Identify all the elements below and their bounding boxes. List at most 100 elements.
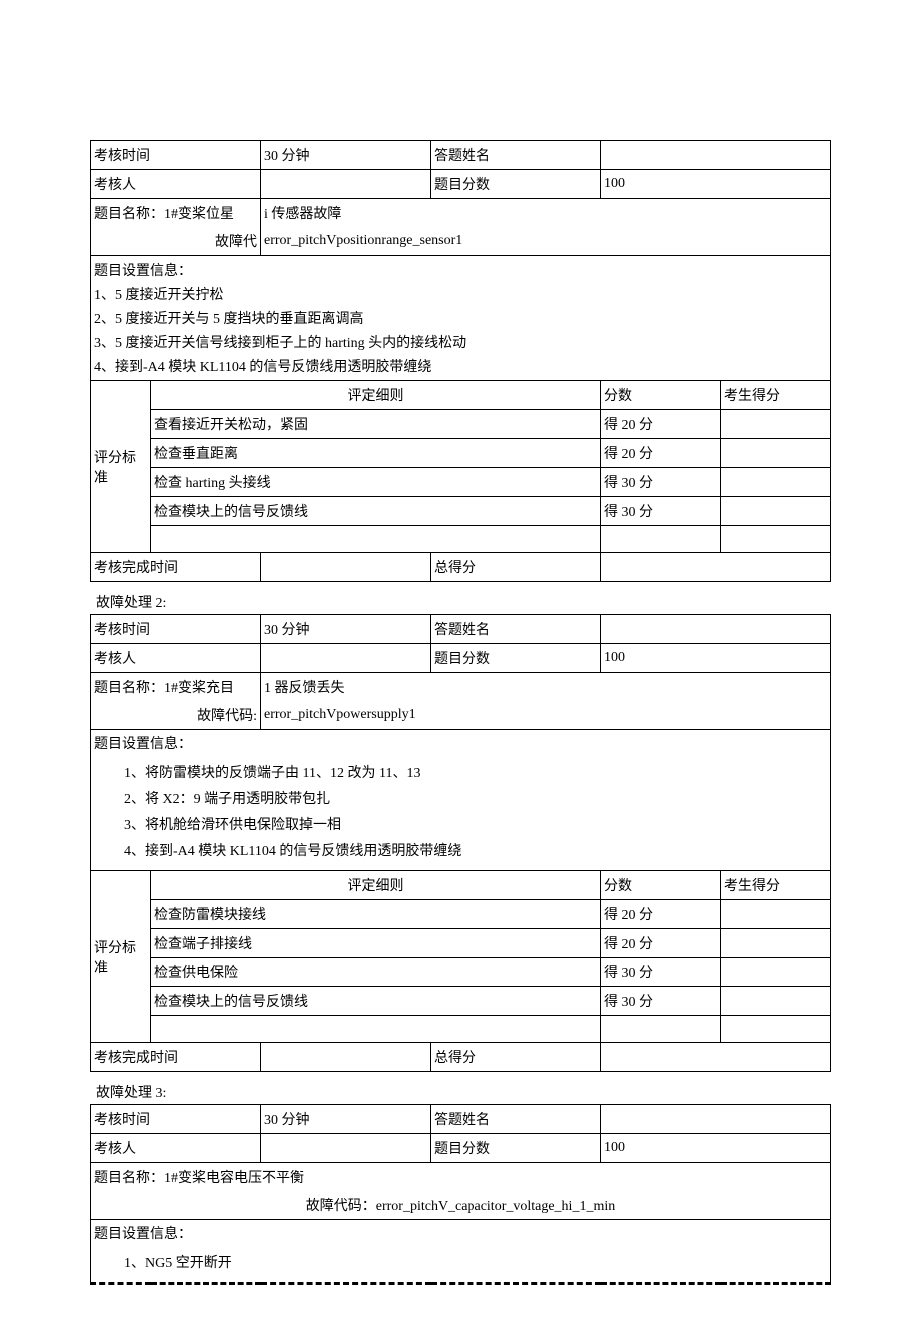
label-complete-time: 考核完成时间 [91,553,261,582]
label-student-score: 考生得分 [721,871,831,900]
score-cell: 得 20 分 [601,410,721,439]
student-score-cell[interactable] [721,987,831,1016]
setup-label: 题目设置信息： [94,1223,827,1243]
topic-suffix: i 传感器故障 [261,199,831,228]
score-cell [601,526,721,553]
label-answer-name: 答题姓名 [431,141,601,170]
score-cell: 得 20 分 [601,900,721,929]
value-duration: 30 分钟 [261,141,431,170]
table-row: 考核时间 30 分钟 答题姓名 [91,615,831,644]
student-score-cell[interactable] [721,929,831,958]
label-total-score: 题目分数 [431,1134,601,1163]
table-row: 检查模块上的信号反馈线得 30 分 [91,987,831,1016]
criteria-cell: 检查防雷模块接线 [151,900,601,929]
student-score-cell[interactable] [721,468,831,497]
score-cell: 得 30 分 [601,987,721,1016]
label-examiner: 考核人 [91,1134,261,1163]
label-criteria: 评定细则 [151,381,601,410]
value-complete-time[interactable] [261,553,431,582]
table-row: 4、接到-A4 模块 KL1104 的信号反馈线用透明胶带缠绕 [91,354,831,381]
section-header-3: 故障处理 3: [96,1082,830,1102]
criteria-cell: 检查垂直距离 [151,439,601,468]
student-score-cell[interactable] [721,958,831,987]
table-row: 题目名称：1#变桨充目 1 器反馈丢失 [91,673,831,702]
student-score-cell[interactable] [721,1016,831,1043]
task1-table: 考核时间 30 分钟 答题姓名 考核人 题目分数 100 题目名称：1#变桨位星… [90,140,831,582]
label-score: 分数 [601,381,721,410]
topic-prefix: 1#变桨位星 [164,207,234,222]
table-row: 题目设置信息： [91,256,831,283]
student-score-cell[interactable] [721,410,831,439]
criteria-cell: 查看接近开关松动，紧固 [151,410,601,439]
value-answer-name[interactable] [601,1105,831,1134]
label-fault-code: 故障代码: [91,701,261,730]
table-row: 检查防雷模块接线得 20 分 [91,900,831,929]
label-total: 总得分 [431,1043,601,1072]
setup-label: 题目设置信息： [91,256,831,283]
table-row [91,526,831,553]
criteria-cell [151,1016,601,1043]
label-topic: 题目名称： [94,1171,164,1186]
table-row [91,1016,831,1043]
label-student-score: 考生得分 [721,381,831,410]
topic-name-cell: 题目名称：1#变桨位星 [91,199,261,228]
criteria-cell: 检查模块上的信号反馈线 [151,497,601,526]
fault-code-line: 故障代码：error_pitchV_capacitor_voltage_hi_1… [91,1191,831,1220]
topic-name-cell: 题目名称：1#变桨电容电压不平衡 [91,1163,831,1192]
value-answer-name[interactable] [601,615,831,644]
score-cell [601,1016,721,1043]
score-cell: 得 30 分 [601,958,721,987]
value-fault-code: error_pitchVpowersupply1 [261,701,831,730]
value-total[interactable] [601,1043,831,1072]
table-row: 故障代码: error_pitchVpowersupply1 [91,701,831,730]
table-row: 题目名称：1#变桨电容电压不平衡 [91,1163,831,1192]
table-row: 故障代码：error_pitchV_capacitor_voltage_hi_1… [91,1191,831,1220]
setup-item: 4、接到-A4 模块 KL1104 的信号反馈线用透明胶带缠绕 [91,354,831,381]
criteria-cell: 检查端子排接线 [151,929,601,958]
student-score-cell[interactable] [721,439,831,468]
table-row: 2、5 度接近开关与 5 度挡块的垂直距离调高 [91,306,831,330]
value-complete-time[interactable] [261,1043,431,1072]
label-examiner: 考核人 [91,644,261,673]
table-row: 1、5 度接近开关拧松 [91,282,831,306]
setup-item: 2、将 X2：9 端子用透明胶带包扎 [94,785,827,811]
value-fault-code: error_pitchVpositionrange_sensor1 [261,227,831,256]
table-row: 考核时间 30 分钟 答题姓名 [91,1105,831,1134]
topic-prefix: 1#变桨充目 [164,681,234,696]
value-examiner[interactable] [261,1134,431,1163]
table-row: 考核完成时间 总得分 [91,553,831,582]
setup-item: 3、5 度接近开关信号线接到柜子上的 harting 头内的接线松动 [91,330,831,354]
label-total-score: 题目分数 [431,644,601,673]
table-row: 评分标准 评定细则 分数 考生得分 [91,871,831,900]
table-row: 考核完成时间 总得分 [91,1043,831,1072]
score-cell: 得 20 分 [601,439,721,468]
value-answer-name[interactable] [601,141,831,170]
value-total[interactable] [601,553,831,582]
label-fault-code: 故障代码： [306,1199,376,1214]
score-cell: 得 30 分 [601,468,721,497]
label-score: 分数 [601,871,721,900]
table-row: 考核人 题目分数 100 [91,170,831,199]
label-rating-std: 评分标准 [91,871,151,1043]
table-row: 评分标准 评定细则 分数 考生得分 [91,381,831,410]
task3-table: 考核时间 30 分钟 答题姓名 考核人 题目分数 100 题目名称：1#变桨电容… [90,1104,831,1285]
student-score-cell[interactable] [721,900,831,929]
value-examiner[interactable] [261,644,431,673]
table-row: 检查模块上的信号反馈线得 30 分 [91,497,831,526]
label-fault-code: 故障代 [91,227,261,256]
label-topic: 题目名称： [94,207,164,222]
setup-block: 题目设置信息： 1、NG5 空开断开 [91,1220,831,1284]
student-score-cell[interactable] [721,526,831,553]
student-score-cell[interactable] [721,497,831,526]
label-topic: 题目名称： [94,681,164,696]
label-exam-time: 考核时间 [91,141,261,170]
criteria-cell [151,526,601,553]
score-cell: 得 20 分 [601,929,721,958]
label-answer-name: 答题姓名 [431,615,601,644]
score-cell: 得 30 分 [601,497,721,526]
value-examiner[interactable] [261,170,431,199]
label-total: 总得分 [431,553,601,582]
criteria-cell: 检查供电保险 [151,958,601,987]
label-complete-time: 考核完成时间 [91,1043,261,1072]
table-row: 检查垂直距离得 20 分 [91,439,831,468]
